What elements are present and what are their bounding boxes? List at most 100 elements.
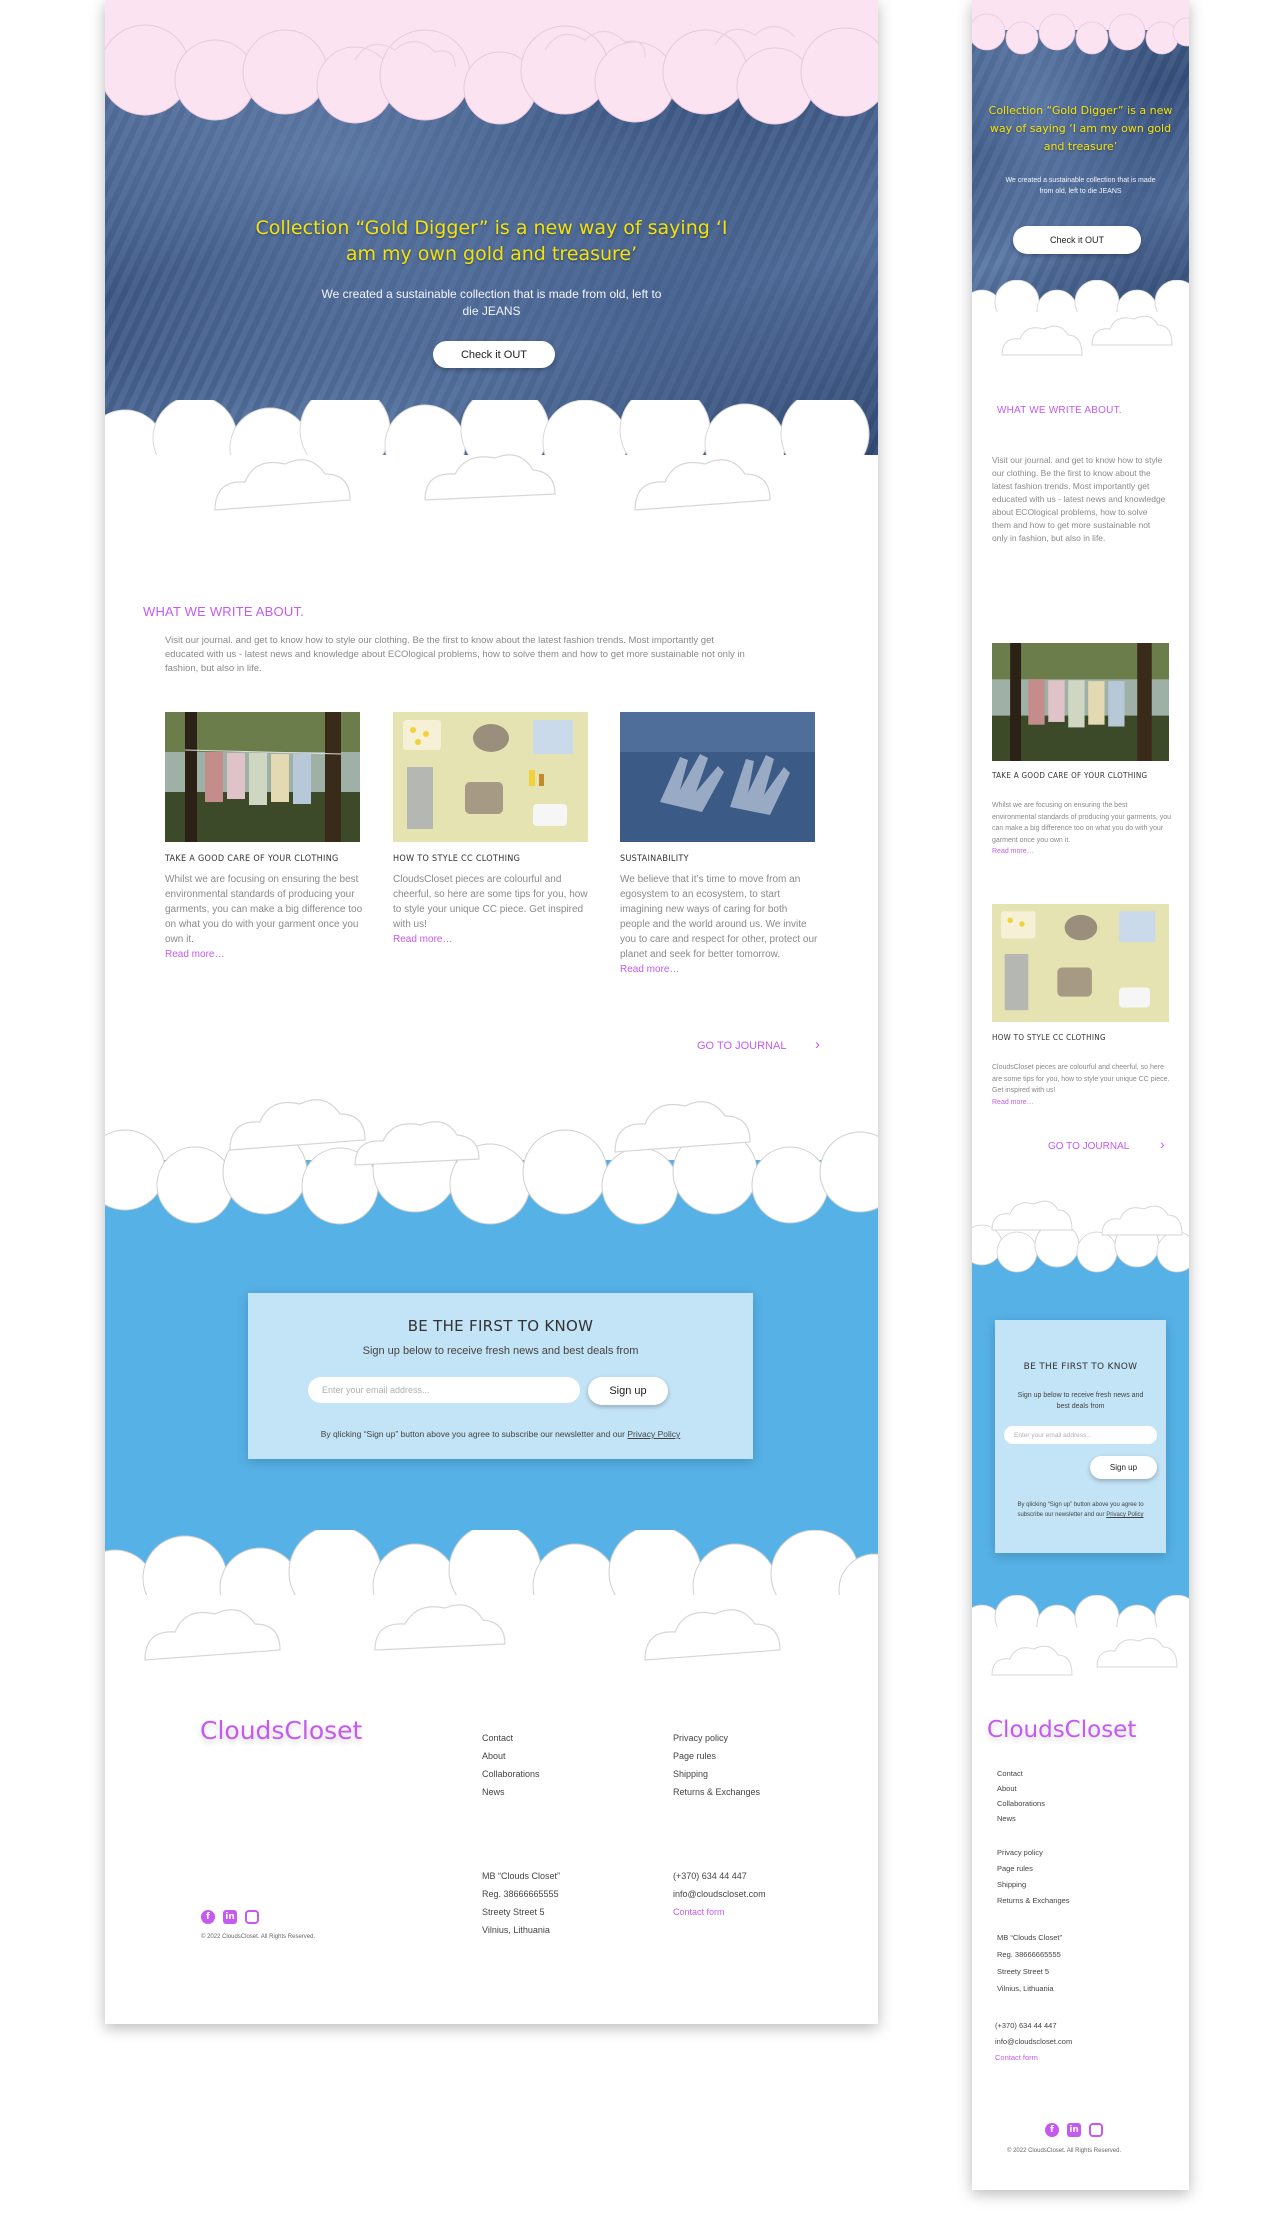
newsletter-legal: By qlicking “Sign up” button above you a…	[248, 1429, 753, 1439]
footer-link-page-rules[interactable]: Page rules	[997, 1864, 1033, 1873]
read-more-link[interactable]: Read more…	[620, 964, 679, 975]
chevron-right-icon[interactable]: ›	[815, 1036, 820, 1053]
contact-form-link[interactable]: Contact form	[995, 2053, 1038, 2062]
read-more-link[interactable]: Read more…	[992, 848, 1034, 855]
card-image-flatlay[interactable]	[393, 712, 588, 842]
read-more-link[interactable]: Read more…	[992, 1099, 1034, 1106]
linkedin-icon[interactable]: in	[1067, 2123, 1081, 2137]
company-reg: Reg. 38666665555	[997, 1950, 1061, 1959]
card-image-clothesline[interactable]	[992, 643, 1169, 761]
footer-link-page-rules[interactable]: Page rules	[673, 1751, 716, 1761]
footer-link-about[interactable]: About	[482, 1751, 506, 1761]
check-it-out-button[interactable]: Check it OUT	[1013, 226, 1141, 254]
hero-subtitle: We created a sustainable collection that…	[1005, 177, 1156, 195]
sign-up-button[interactable]: Sign up	[588, 1377, 668, 1405]
card-image-denim-gloves[interactable]	[620, 712, 815, 842]
contact-phone[interactable]: (+370) 634 44 447	[673, 1871, 747, 1881]
instagram-icon[interactable]	[245, 1910, 259, 1924]
legal-text: By qlicking “Sign up” button above you a…	[320, 1429, 625, 1439]
footer-link-returns[interactable]: Returns & Exchanges	[997, 1896, 1070, 1905]
go-to-journal-link[interactable]: GO TO JOURNAL	[697, 1040, 786, 1052]
company-name: MB “Clouds Closet”	[997, 1933, 1063, 1942]
email-input[interactable]	[1004, 1426, 1157, 1444]
privacy-policy-link[interactable]: Privacy Policy	[1106, 1512, 1143, 1518]
social-links: f in	[201, 1910, 259, 1924]
white-cloud-band	[105, 1530, 878, 1690]
sign-up-button[interactable]: Sign up	[1090, 1456, 1157, 1479]
go-to-journal-link[interactable]: GO TO JOURNAL	[1048, 1141, 1129, 1152]
card-title[interactable]: HOW TO STYLE CC CLOTHING	[992, 1033, 1182, 1042]
pink-cloud-band	[972, 0, 1189, 60]
email-input[interactable]	[308, 1377, 580, 1403]
company-city: Vilnius, Lithuania	[997, 1984, 1054, 1993]
newsletter-subtitle: Sign up below to receive fresh news and …	[362, 1345, 639, 1357]
copyright: © 2022 CloudsCloset. All Rights Reserved…	[1007, 2148, 1122, 2154]
copyright: © 2022 CloudsCloset. All Rights Reserved…	[201, 1934, 316, 1940]
company-name: MB “Clouds Closet”	[482, 1871, 561, 1881]
footer-link-contact[interactable]: Contact	[997, 1769, 1023, 1778]
footer-link-collaborations[interactable]: Collaborations	[482, 1769, 540, 1779]
journal-heading: WHAT WE WRITE ABOUT.	[143, 604, 304, 619]
newsletter-box: BE THE FIRST TO KNOW Sign up below to re…	[995, 1320, 1166, 1553]
hero-subtitle: We created a sustainable collection that…	[321, 287, 662, 318]
instagram-icon[interactable]	[1089, 2123, 1103, 2137]
footer-link-contact[interactable]: Contact	[482, 1733, 513, 1743]
footer-link-returns[interactable]: Returns & Exchanges	[673, 1787, 760, 1797]
card-text-body: Whilst we are focusing on ensuring the b…	[165, 874, 363, 945]
footer-logo[interactable]: CloudsCloset	[200, 1716, 362, 1745]
footer-logo[interactable]: CloudsCloset	[987, 1717, 1136, 1743]
pink-cloud-band	[105, 0, 878, 130]
contact-email[interactable]: info@cloudscloset.com	[995, 2037, 1072, 2046]
footer-link-about[interactable]: About	[997, 1784, 1017, 1793]
white-cloud-band	[105, 1090, 878, 1230]
white-cloud-band	[972, 1190, 1189, 1290]
journal-intro: Visit our journal. and get to know how t…	[992, 455, 1166, 543]
check-it-out-button[interactable]: Check it OUT	[433, 341, 555, 368]
contact-form-link[interactable]: Contact form	[673, 1907, 725, 1917]
facebook-icon[interactable]: f	[1045, 2123, 1059, 2137]
card-text-body: CloudsCloset pieces are colourful and ch…	[393, 874, 588, 930]
contact-email[interactable]: info@cloudscloset.com	[673, 1889, 766, 1899]
card-text: Whilst we are focusing on ensuring the b…	[992, 800, 1172, 858]
mobile-mockup: Collection “Gold Digger” is a new way of…	[972, 0, 1189, 2190]
journal-heading: WHAT WE WRITE ABOUT.	[997, 405, 1122, 416]
journal-intro: Visit our journal. and get to know how t…	[165, 635, 745, 674]
card-text: CloudsCloset pieces are colourful and ch…	[393, 872, 593, 947]
chevron-right-icon[interactable]: ›	[1160, 1136, 1165, 1152]
card-text: CloudsCloset pieces are colourful and ch…	[992, 1062, 1172, 1108]
newsletter-box: BE THE FIRST TO KNOW Sign up below to re…	[248, 1293, 753, 1459]
newsletter-legal: By qlicking “Sign up” button above you a…	[1005, 1500, 1156, 1520]
company-street: Streety Street 5	[482, 1907, 545, 1917]
footer-link-collaborations[interactable]: Collaborations	[997, 1799, 1045, 1808]
card-text: Whilst we are focusing on ensuring the b…	[165, 872, 365, 962]
card-text-body: We believe that it’s time to move from a…	[620, 874, 818, 960]
read-more-link[interactable]: Read more…	[165, 949, 224, 960]
card-text: We believe that it’s time to move from a…	[620, 872, 820, 977]
facebook-icon[interactable]: f	[201, 1910, 215, 1924]
footer-link-privacy[interactable]: Privacy policy	[673, 1733, 728, 1743]
card-text-body: CloudsCloset pieces are colourful and ch…	[992, 1064, 1170, 1094]
newsletter-title: BE THE FIRST TO KNOW	[1023, 1362, 1138, 1372]
card-image-clothesline[interactable]	[165, 712, 360, 842]
newsletter-title: BE THE FIRST TO KNOW	[407, 1317, 594, 1335]
read-more-link[interactable]: Read more…	[393, 934, 452, 945]
white-cloud-band	[972, 280, 1189, 390]
hero-title: Collection “Gold Digger” is a new way of…	[255, 217, 728, 265]
footer-link-shipping[interactable]: Shipping	[997, 1880, 1026, 1889]
company-city: Vilnius, Lithuania	[482, 1925, 550, 1935]
privacy-policy-link[interactable]: Privacy Policy	[627, 1429, 680, 1439]
card-title[interactable]: TAKE A GOOD CARE OF YOUR CLOTHING	[165, 854, 365, 864]
footer-link-shipping[interactable]: Shipping	[673, 1769, 708, 1779]
footer-link-news[interactable]: News	[482, 1787, 505, 1797]
card-title[interactable]: SUSTAINABILITY	[620, 854, 820, 864]
card-text-body: Whilst we are focusing on ensuring the b…	[992, 802, 1171, 844]
contact-phone[interactable]: (+370) 634 44 447	[995, 2021, 1057, 2030]
newsletter-subtitle: Sign up below to receive fresh news and …	[1017, 1392, 1144, 1410]
card-image-flatlay[interactable]	[992, 904, 1169, 1022]
linkedin-icon[interactable]: in	[223, 1910, 237, 1924]
footer-link-news[interactable]: News	[997, 1814, 1016, 1823]
card-title[interactable]: TAKE A GOOD CARE OF YOUR CLOTHING	[992, 771, 1182, 780]
social-links: f in	[1045, 2123, 1103, 2137]
card-title[interactable]: HOW TO STYLE CC CLOTHING	[393, 854, 593, 864]
footer-link-privacy[interactable]: Privacy policy	[997, 1848, 1043, 1857]
